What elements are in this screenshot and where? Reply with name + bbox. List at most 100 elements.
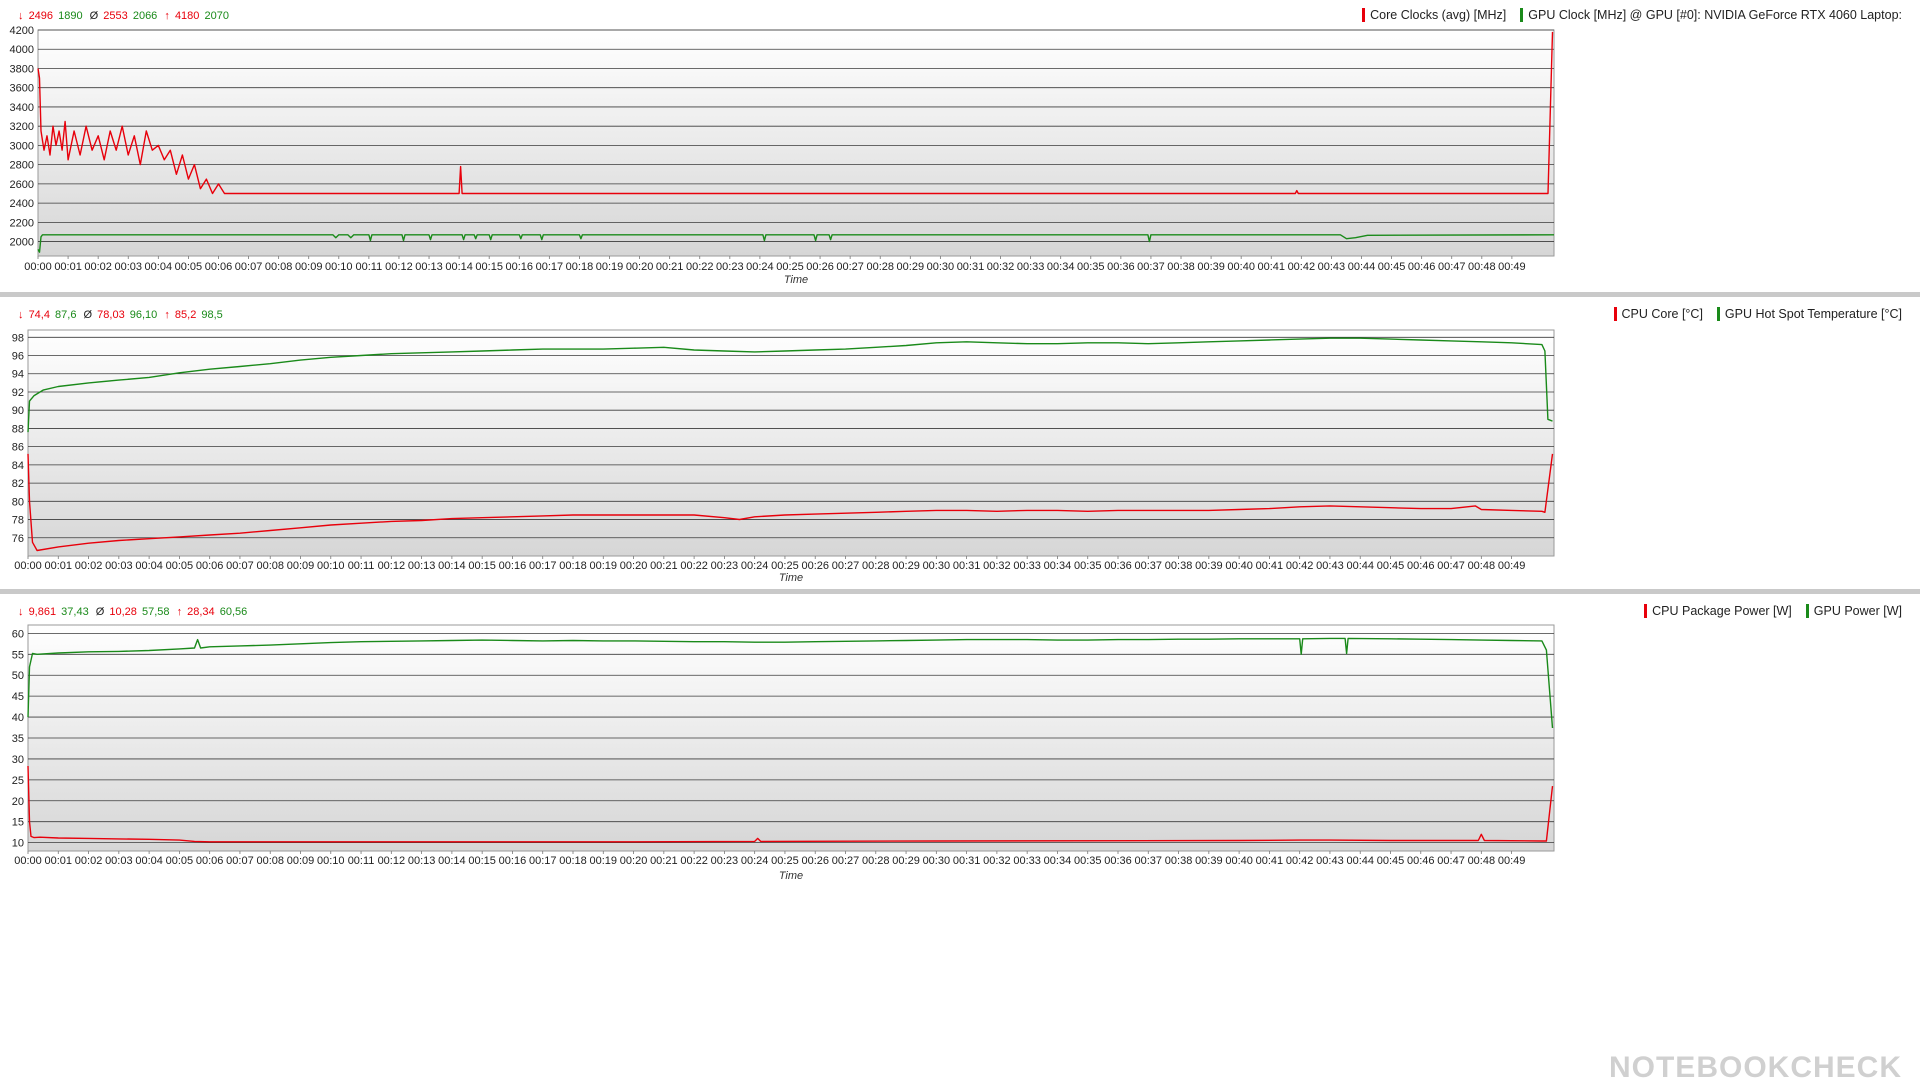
y-tick-label: 3000 (10, 140, 34, 152)
y-tick-label: 96 (12, 351, 24, 363)
x-tick-label: 00:39 (1197, 261, 1225, 273)
y-tick-label: 3800 (10, 63, 34, 75)
x-tick-label: 00:22 (680, 560, 708, 572)
x-tick-label: 00:31 (953, 855, 981, 867)
x-tick-label: 00:35 (1074, 855, 1102, 867)
y-tick-label: 4000 (10, 44, 34, 56)
x-tick-label: 00:18 (559, 560, 587, 572)
y-tick-label: 80 (12, 496, 24, 508)
x-tick-label: 00:19 (590, 560, 618, 572)
y-tick-label: 60 (12, 628, 24, 640)
x-tick-label: 00:42 (1286, 855, 1314, 867)
y-tick-label: 78 (12, 515, 24, 527)
x-tick-label: 00:34 (1044, 855, 1072, 867)
x-tick-label: 00:17 (529, 855, 557, 867)
y-tick-label: 82 (12, 478, 24, 490)
x-tick-label: 00:10 (317, 560, 345, 572)
x-tick-label: 00:49 (1498, 855, 1526, 867)
x-tick-label: 00:44 (1346, 855, 1374, 867)
clock-panel: ↓ 2496 1890 Ø 2553 2066 ↑ 4180 2070 Core… (0, 0, 1920, 292)
x-tick-label: 00:37 (1135, 855, 1163, 867)
x-tick-label: 00:02 (75, 855, 103, 867)
x-tick-label: 00:05 (166, 855, 194, 867)
x-tick-label: 00:47 (1438, 261, 1466, 273)
x-tick-label: 00:38 (1165, 855, 1193, 867)
y-tick-label: 25 (12, 775, 24, 787)
x-tick-label: 00:36 (1104, 560, 1132, 572)
x-tick-label: 00:19 (596, 261, 624, 273)
x-tick-label: 00:35 (1077, 261, 1105, 273)
x-tick-label: 00:00 (24, 261, 52, 273)
x-tick-label: 00:21 (656, 261, 684, 273)
x-tick-label: 00:45 (1377, 560, 1405, 572)
y-tick-label: 20 (12, 796, 24, 808)
x-tick-label: 00:04 (135, 855, 163, 867)
x-tick-label: 00:43 (1316, 855, 1344, 867)
x-tick-label: 00:46 (1407, 855, 1435, 867)
y-tick-label: 55 (12, 649, 24, 661)
x-tick-label: 00:45 (1377, 855, 1405, 867)
x-tick-label: 00:02 (84, 261, 112, 273)
temperature-panel: ↓ 74,4 87,6 Ø 78,03 96,10 ↑ 85,2 98,5 CP… (0, 297, 1920, 589)
x-tick-label: 00:40 (1225, 855, 1253, 867)
x-tick-label: 00:24 (746, 261, 774, 273)
x-tick-label: 00:12 (378, 855, 406, 867)
x-tick-label: 00:25 (771, 855, 799, 867)
watermark-logo: NOTEBOOKCHECK (1608, 1051, 1902, 1084)
x-tick-label: 00:29 (892, 560, 920, 572)
x-tick-label: 00:16 (499, 560, 527, 572)
x-tick-label: 00:01 (54, 261, 82, 273)
x-tick-label: 00:26 (801, 855, 829, 867)
x-tick-label: 00:48 (1468, 560, 1496, 572)
x-tick-label: 00:27 (832, 855, 860, 867)
x-tick-label: 00:42 (1288, 261, 1316, 273)
x-tick-label: 00:27 (836, 261, 864, 273)
x-tick-label: 00:25 (771, 560, 799, 572)
y-tick-label: 35 (12, 733, 24, 745)
x-tick-label: 00:31 (953, 560, 981, 572)
x-tick-label: 00:21 (650, 855, 678, 867)
x-tick-label: 00:32 (983, 855, 1011, 867)
power-chart: 101520253035404550556000:00 00:01 00:02 00:… (12, 624, 1555, 882)
x-tick-label: 00:20 (620, 855, 648, 867)
x-tick-label: 00:29 (892, 855, 920, 867)
x-tick-label: 00:47 (1437, 855, 1465, 867)
x-tick-label: 00:43 (1316, 560, 1344, 572)
y-tick-label: 86 (12, 442, 24, 454)
x-tick-label: 00:48 (1468, 855, 1496, 867)
x-tick-label: 00:17 (536, 261, 564, 273)
x-tick-label: 00:18 (566, 261, 594, 273)
y-tick-label: 90 (12, 405, 24, 417)
x-tick-label: 00:38 (1167, 261, 1195, 273)
x-tick-label: 00:38 (1165, 560, 1193, 572)
x-tick-label: 00:11 (348, 855, 375, 867)
y-tick-label: 3600 (10, 83, 34, 95)
x-tick-label: 00:09 (287, 560, 315, 572)
power-panel: ↓ 9,861 37,43 Ø 10,28 57,58 ↑ 28,34 60,5… (0, 594, 1920, 1091)
x-tick-label: 00:49 (1498, 560, 1526, 572)
x-tick-label: 00:21 (650, 560, 678, 572)
x-tick-label: 00:24 (741, 855, 769, 867)
x-tick-label: 00:11 (348, 560, 375, 572)
x-tick-label: 00:00 (14, 560, 42, 572)
x-tick-label: 00:40 (1225, 560, 1253, 572)
x-tick-label: 00:34 (1044, 560, 1072, 572)
x-tick-label: 00:02 (75, 560, 103, 572)
x-tick-label: 00:44 (1348, 261, 1376, 273)
x-tick-label: 00:03 (114, 261, 142, 273)
x-tick-label: 00:08 (265, 261, 293, 273)
x-tick-label: 00:07 (226, 855, 254, 867)
x-tick-label: 00:45 (1378, 261, 1406, 273)
x-tick-label: 00:39 (1195, 855, 1223, 867)
y-tick-label: 2000 (10, 237, 34, 249)
x-tick-label: 00:05 (175, 261, 203, 273)
y-tick-label: 45 (12, 691, 24, 703)
x-tick-label: 00:12 (385, 261, 413, 273)
x-tick-label: 00:34 (1047, 261, 1075, 273)
x-tick-label: 00:14 (445, 261, 473, 273)
y-tick-label: 94 (12, 369, 24, 381)
x-tick-label: 00:36 (1104, 855, 1132, 867)
x-tick-label: 00:41 (1257, 261, 1285, 273)
x-tick-label: 00:08 (256, 855, 284, 867)
y-tick-label: 76 (12, 533, 24, 545)
